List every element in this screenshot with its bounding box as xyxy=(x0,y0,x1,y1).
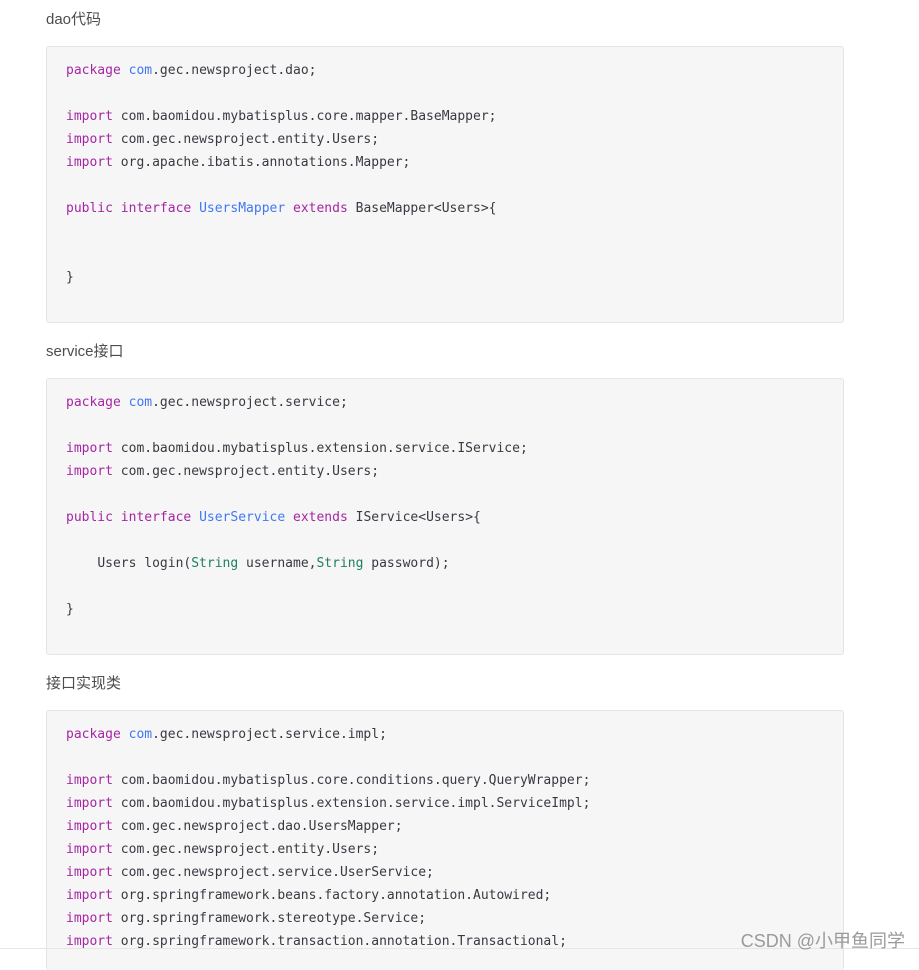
code-line: import org.springframework.beans.factory… xyxy=(66,888,552,903)
code-line: import org.springframework.stereotype.Se… xyxy=(66,911,427,926)
code-line: import com.gec.newsproject.dao.UsersMapp… xyxy=(66,819,403,834)
code-line: import org.apache.ibatis.annotations.Map… xyxy=(66,155,411,170)
code-block-dao[interactable]: package com.gec.newsproject.dao; import c… xyxy=(46,46,844,323)
code-line: public interface UsersMapper extends Bas… xyxy=(66,201,497,216)
section-title-service: service接口 xyxy=(46,343,124,360)
code-line: import com.baomidou.mybatisplus.core.map… xyxy=(66,109,497,124)
code-line: import com.baomidou.mybatisplus.extensio… xyxy=(66,796,591,811)
code-line: package com.gec.newsproject.service.impl… xyxy=(66,727,387,742)
code-line: public interface UserService extends ISe… xyxy=(66,510,481,525)
code-line: import com.baomidou.mybatisplus.extensio… xyxy=(66,441,528,456)
code-line: package com.gec.newsproject.service; xyxy=(66,395,348,410)
code-line: import org.springframework.transaction.a… xyxy=(66,934,567,949)
code-line: import com.gec.newsproject.entity.Users; xyxy=(66,464,380,479)
code-line: Users login(String username,String passw… xyxy=(97,556,450,571)
code-line: package com.gec.newsproject.dao; xyxy=(66,63,317,78)
code-line: } xyxy=(66,602,74,617)
code-line: } xyxy=(66,270,74,285)
code-line: import com.gec.newsproject.entity.Users; xyxy=(66,842,380,857)
csdn-watermark: CSDN @小甲鱼同学 xyxy=(740,931,905,951)
section-title-dao: dao代码 xyxy=(46,11,102,28)
code-line: import com.gec.newsproject.service.UserS… xyxy=(66,865,434,880)
code-line: import com.gec.newsproject.entity.Users; xyxy=(66,132,380,147)
code-line: import com.baomidou.mybatisplus.core.con… xyxy=(66,773,591,788)
section-title-impl: 接口实现类 xyxy=(46,675,122,692)
code-block-service[interactable]: package com.gec.newsproject.service; impo… xyxy=(46,378,844,655)
code-block-impl[interactable]: package com.gec.newsproject.service.impl… xyxy=(46,710,844,970)
